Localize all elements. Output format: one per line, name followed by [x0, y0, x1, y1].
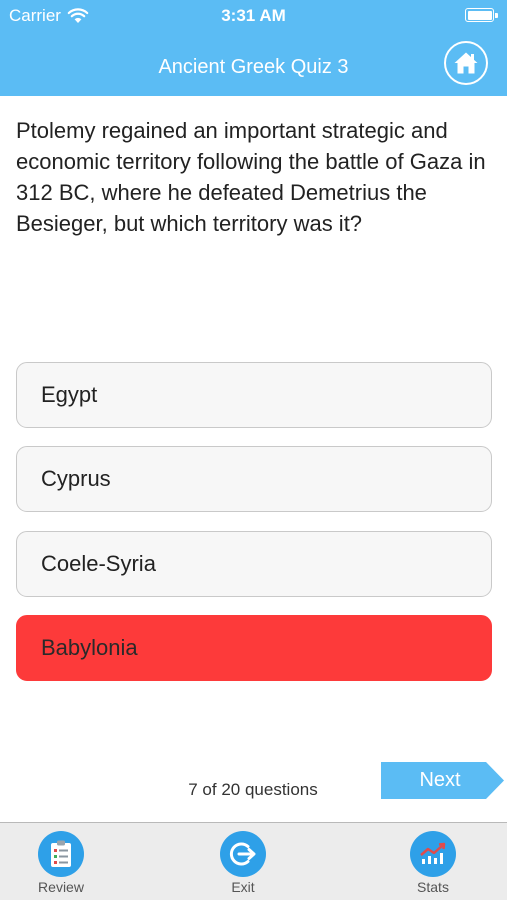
home-icon	[454, 52, 478, 74]
tab-stats[interactable]: Stats	[388, 831, 478, 899]
answer-label: Babylonia	[41, 635, 138, 660]
next-button[interactable]: Next	[381, 762, 504, 799]
status-bar: Carrier 3:31 AM	[0, 0, 507, 30]
navigation-header: Carrier 3:31 AM Ancient Greek Quiz 3	[0, 0, 507, 96]
review-icon	[38, 831, 84, 877]
answer-option-egypt[interactable]: Egypt	[16, 362, 492, 428]
page-title: Ancient Greek Quiz 3	[158, 56, 349, 78]
tab-exit[interactable]: Exit	[198, 831, 288, 899]
exit-icon	[220, 831, 266, 877]
tab-label: Review	[38, 879, 84, 895]
stats-icon	[410, 831, 456, 877]
battery-icon	[465, 8, 498, 22]
question-text: Ptolemy regained an important strategic …	[16, 118, 486, 236]
answer-label: Egypt	[41, 382, 98, 407]
tab-bar: Review Exit Stats	[0, 822, 507, 900]
answer-option-coele-syria[interactable]: Coele-Syria	[16, 531, 492, 597]
next-button-label: Next	[419, 769, 461, 791]
question-progress: 7 of 20 questions	[188, 780, 318, 799]
answer-option-cyprus[interactable]: Cyprus	[16, 446, 492, 512]
tab-label: Exit	[231, 879, 255, 895]
status-time: 3:31 AM	[221, 6, 286, 25]
tab-review[interactable]: Review	[16, 831, 106, 899]
home-button[interactable]	[444, 41, 488, 85]
tab-label: Stats	[417, 879, 449, 895]
answer-label: Coele-Syria	[41, 551, 156, 576]
answer-option-babylonia[interactable]: Babylonia	[16, 615, 492, 681]
answer-label: Cyprus	[41, 466, 111, 491]
